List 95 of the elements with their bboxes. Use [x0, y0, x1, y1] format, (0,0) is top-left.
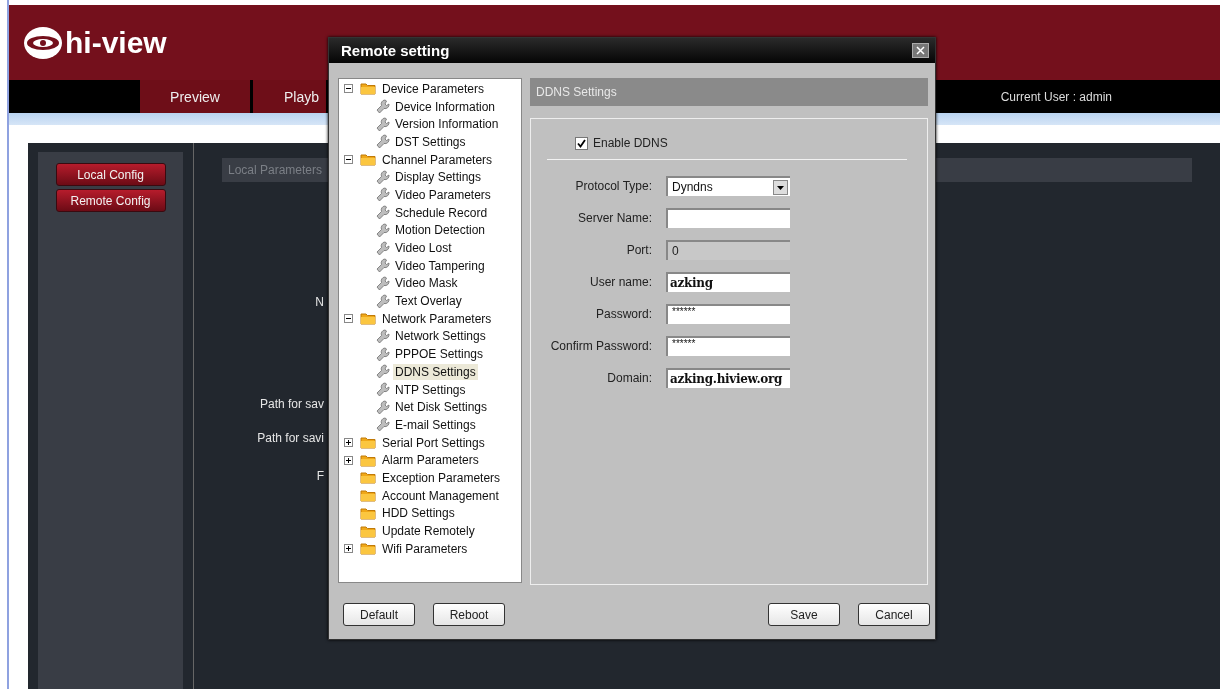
- dialog-button[interactable]: Save: [768, 603, 840, 626]
- tree-item[interactable]: Text Overlay: [393, 293, 464, 310]
- expand-icon[interactable]: [344, 544, 353, 554]
- folder-icon: [360, 489, 376, 503]
- tree-item[interactable]: Device Parameters: [380, 80, 487, 97]
- field-label: Protocol Type:: [574, 179, 652, 193]
- eye-logo-icon: [23, 25, 63, 60]
- field-label: N: [315, 295, 324, 309]
- folder-icon: [360, 453, 376, 467]
- folder-icon: [360, 542, 376, 556]
- password-field[interactable]: ******: [666, 304, 790, 324]
- wrench-icon: [376, 134, 390, 150]
- wrench-icon: [376, 222, 390, 238]
- tree-item[interactable]: Alarm Parameters: [380, 452, 481, 469]
- tree-item[interactable]: Network Parameters: [380, 310, 494, 327]
- wrench-icon: [376, 364, 390, 380]
- field-label: User name:: [588, 275, 652, 289]
- wrench-icon: [376, 417, 390, 433]
- field-label: Path for sav: [259, 397, 324, 411]
- wrench-icon: [376, 399, 390, 415]
- tree-item[interactable]: Serial Port Settings: [380, 434, 487, 451]
- folder-icon: [360, 524, 376, 538]
- wrench-icon: [376, 293, 390, 309]
- tree-item[interactable]: Schedule Record: [393, 204, 490, 221]
- folder-icon: [360, 312, 376, 326]
- folder-icon: [360, 506, 376, 520]
- input-field[interactable]: azking: [666, 272, 790, 292]
- tree-item[interactable]: DDNS Settings: [393, 363, 478, 380]
- logo-text: hi-view: [65, 25, 167, 60]
- dropdown[interactable]: Dyndns: [666, 176, 790, 196]
- tree-item[interactable]: Motion Detection: [393, 222, 488, 239]
- wrench-icon: [376, 116, 390, 132]
- tree-item[interactable]: E-mail Settings: [393, 416, 478, 433]
- dialog-button[interactable]: Default: [343, 603, 415, 626]
- input-field[interactable]: azking.hiview.org: [666, 368, 790, 388]
- close-icon: [916, 46, 925, 55]
- wrench-icon: [376, 382, 390, 398]
- close-button[interactable]: [912, 43, 929, 58]
- wrench-icon: [376, 346, 390, 362]
- field-label: Confirm Password:: [549, 339, 652, 353]
- field-label: F: [316, 469, 324, 483]
- collapse-icon[interactable]: [344, 314, 353, 324]
- config-button[interactable]: Remote Config: [55, 189, 166, 212]
- current-user: Current User : admin: [1000, 89, 1112, 104]
- wrench-icon: [376, 328, 390, 344]
- field-label: Port:: [625, 243, 652, 257]
- panel-title: DDNS Settings: [536, 85, 617, 99]
- checkbox[interactable]: [575, 136, 588, 150]
- wrench-icon: [376, 258, 390, 274]
- folder-icon: [360, 153, 376, 167]
- field-label: Domain:: [606, 371, 652, 385]
- field-label: Password:: [594, 307, 652, 321]
- tree-item[interactable]: PPPOE Settings: [393, 346, 486, 363]
- nav-tab[interactable]: Preview: [140, 80, 250, 113]
- tree-item[interactable]: Exception Parameters: [380, 469, 503, 486]
- nav-tab[interactable]: Playb: [253, 80, 326, 113]
- tree-item[interactable]: Wifi Parameters: [380, 540, 470, 557]
- input-field[interactable]: [666, 208, 790, 228]
- field-label: Path for savi: [257, 431, 324, 445]
- expand-icon[interactable]: [344, 438, 353, 448]
- checkbox-label: Enable DDNS: [593, 136, 668, 150]
- folder-icon: [360, 82, 376, 96]
- wrench-icon: [376, 205, 390, 221]
- tree-item[interactable]: Version Information: [393, 116, 501, 133]
- tree-item[interactable]: Video Parameters: [393, 186, 493, 203]
- wrench-icon: [376, 169, 390, 185]
- tree-item[interactable]: HDD Settings: [380, 505, 457, 522]
- wrench-icon: [376, 275, 390, 291]
- tree-item[interactable]: Display Settings: [393, 169, 484, 186]
- collapse-icon[interactable]: [344, 155, 353, 165]
- wrench-icon: [376, 99, 390, 115]
- section-title: Local Parameters: [228, 163, 323, 177]
- wrench-icon: [376, 187, 390, 203]
- dialog-button[interactable]: Cancel: [858, 603, 930, 626]
- tree-item[interactable]: Update Remotely: [380, 523, 477, 540]
- wrench-icon: [376, 240, 390, 256]
- expand-icon[interactable]: [344, 455, 353, 465]
- tree-item[interactable]: DST Settings: [393, 133, 468, 150]
- tree-item[interactable]: Account Management: [380, 487, 501, 504]
- dialog-button[interactable]: Reboot: [433, 603, 505, 626]
- config-button[interactable]: Local Config: [55, 163, 166, 186]
- tree-item[interactable]: Video Mask: [393, 275, 460, 292]
- tree-item[interactable]: Network Settings: [393, 328, 488, 345]
- tree-item[interactable]: Video Tampering: [393, 257, 487, 274]
- dialog-title: Remote setting: [341, 42, 450, 59]
- tree-item[interactable]: NTP Settings: [393, 381, 468, 398]
- tree-item[interactable]: Device Information: [393, 98, 498, 115]
- password-field[interactable]: ******: [666, 336, 790, 356]
- tree-item[interactable]: Channel Parameters: [380, 151, 495, 168]
- field-label: Server Name:: [576, 211, 652, 225]
- folder-icon: [360, 436, 376, 450]
- tree-item[interactable]: Net Disk Settings: [393, 399, 490, 416]
- tree-item[interactable]: Video Lost: [393, 240, 454, 257]
- collapse-icon[interactable]: [344, 84, 353, 94]
- folder-icon: [360, 471, 376, 485]
